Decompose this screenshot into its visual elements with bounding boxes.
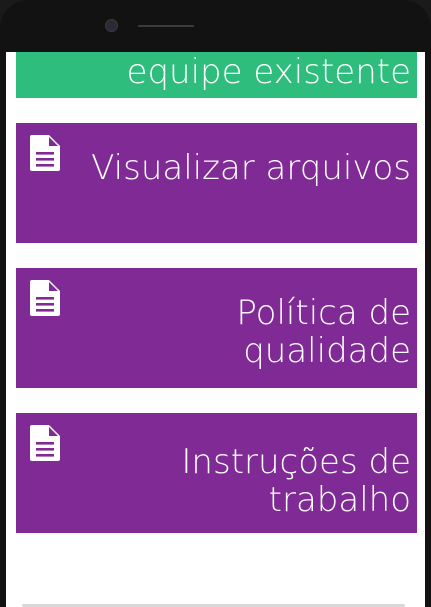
view-files-label: Visualizar arquivos: [91, 148, 411, 188]
work-instructions-label: Instruções de trabalho: [181, 442, 411, 520]
camera-icon: [105, 19, 118, 32]
view-files-button[interactable]: Visualizar arquivos: [16, 123, 417, 243]
work-instructions-button[interactable]: Instruções de trabalho: [16, 413, 417, 533]
quality-policy-button[interactable]: Política de qualidade: [16, 268, 417, 388]
speaker-grille: [138, 25, 194, 27]
document-icon: [30, 280, 60, 316]
existing-team-label: equipe existente: [126, 52, 411, 92]
existing-team-button[interactable]: equipe existente: [16, 52, 417, 98]
document-icon: [30, 425, 60, 461]
app-screen: equipe existente Visualizar arquivos Pol…: [6, 52, 425, 607]
quality-policy-label: Política de qualidade: [236, 293, 411, 371]
document-icon: [30, 135, 60, 171]
